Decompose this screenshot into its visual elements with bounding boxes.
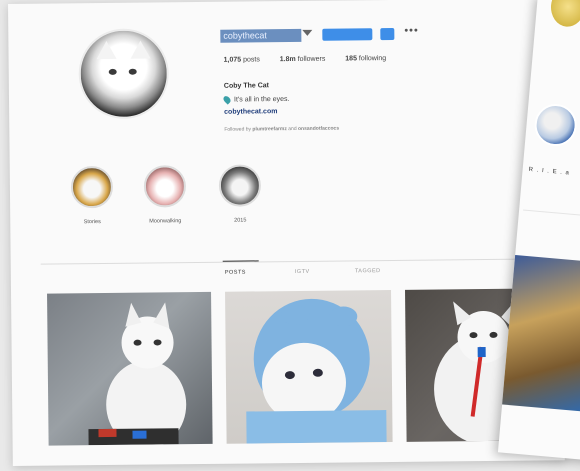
profile-avatar-2[interactable]	[532, 102, 579, 148]
highlight-2015[interactable]: 2015	[209, 164, 272, 224]
highlight-stories[interactable]: Stories	[61, 165, 124, 226]
follow-button[interactable]	[322, 28, 373, 41]
profile-stats: 1,075 posts 1.8m followers 185 following	[224, 55, 405, 64]
stat-posts[interactable]: 1,075 posts	[224, 56, 260, 63]
stat-following[interactable]: 185 following	[345, 55, 386, 62]
cat-photo-1	[88, 302, 187, 446]
suggested-accounts-button[interactable]	[380, 27, 395, 41]
cat-in-hoodie-photo	[246, 298, 387, 444]
highlight-label: Moonwalking	[149, 218, 182, 225]
post-thumbnail-1[interactable]	[47, 291, 213, 446]
chevron-down-icon[interactable]	[302, 29, 313, 36]
highlight-thumbnail	[70, 165, 114, 209]
followed-by-user-1[interactable]: plumtreefarmz	[252, 126, 287, 132]
followed-by-user-2[interactable]: onsandotfaccocs	[298, 126, 339, 132]
profile-bio: It's all in the eyes.	[222, 94, 290, 105]
profile-avatar[interactable]	[78, 28, 170, 120]
cat-eye-left	[108, 68, 117, 75]
profile-page: cobythecat ••• 1,075 posts 1.8m follower…	[8, 0, 565, 466]
highlight-label: Stories	[83, 219, 101, 226]
stat-followers[interactable]: 1.8m followers	[280, 56, 326, 63]
tabs-divider	[40, 258, 561, 265]
location-pin-icon	[222, 94, 232, 105]
followed-by: Followed by plumtreefarmz and onsandotfa…	[224, 125, 340, 133]
cat-eye-right	[128, 68, 137, 75]
highlight-moonwalking[interactable]: Moonwalking	[134, 165, 197, 225]
highlight-thumbnail	[218, 164, 262, 207]
tab-tagged[interactable]: TAGGED	[355, 268, 381, 274]
divider-2	[523, 209, 580, 219]
highlight-thumbnail	[143, 165, 187, 208]
tab-igtv[interactable]: IGTV	[295, 269, 310, 275]
highlight-label: 2015	[234, 217, 247, 224]
post-thumbnail-2[interactable]	[225, 290, 393, 444]
decorative-shape	[549, 0, 580, 29]
cat-ears	[80, 30, 167, 117]
profile-website-link[interactable]: cobythecat.com	[224, 108, 277, 116]
profile-display-name: Coby The Cat	[223, 82, 270, 90]
more-options-icon[interactable]: •••	[404, 25, 419, 37]
tab-posts[interactable]: POSTS	[225, 270, 246, 276]
profile-name-2: R . I . E . a	[528, 166, 571, 177]
username: cobythecat	[220, 28, 302, 43]
